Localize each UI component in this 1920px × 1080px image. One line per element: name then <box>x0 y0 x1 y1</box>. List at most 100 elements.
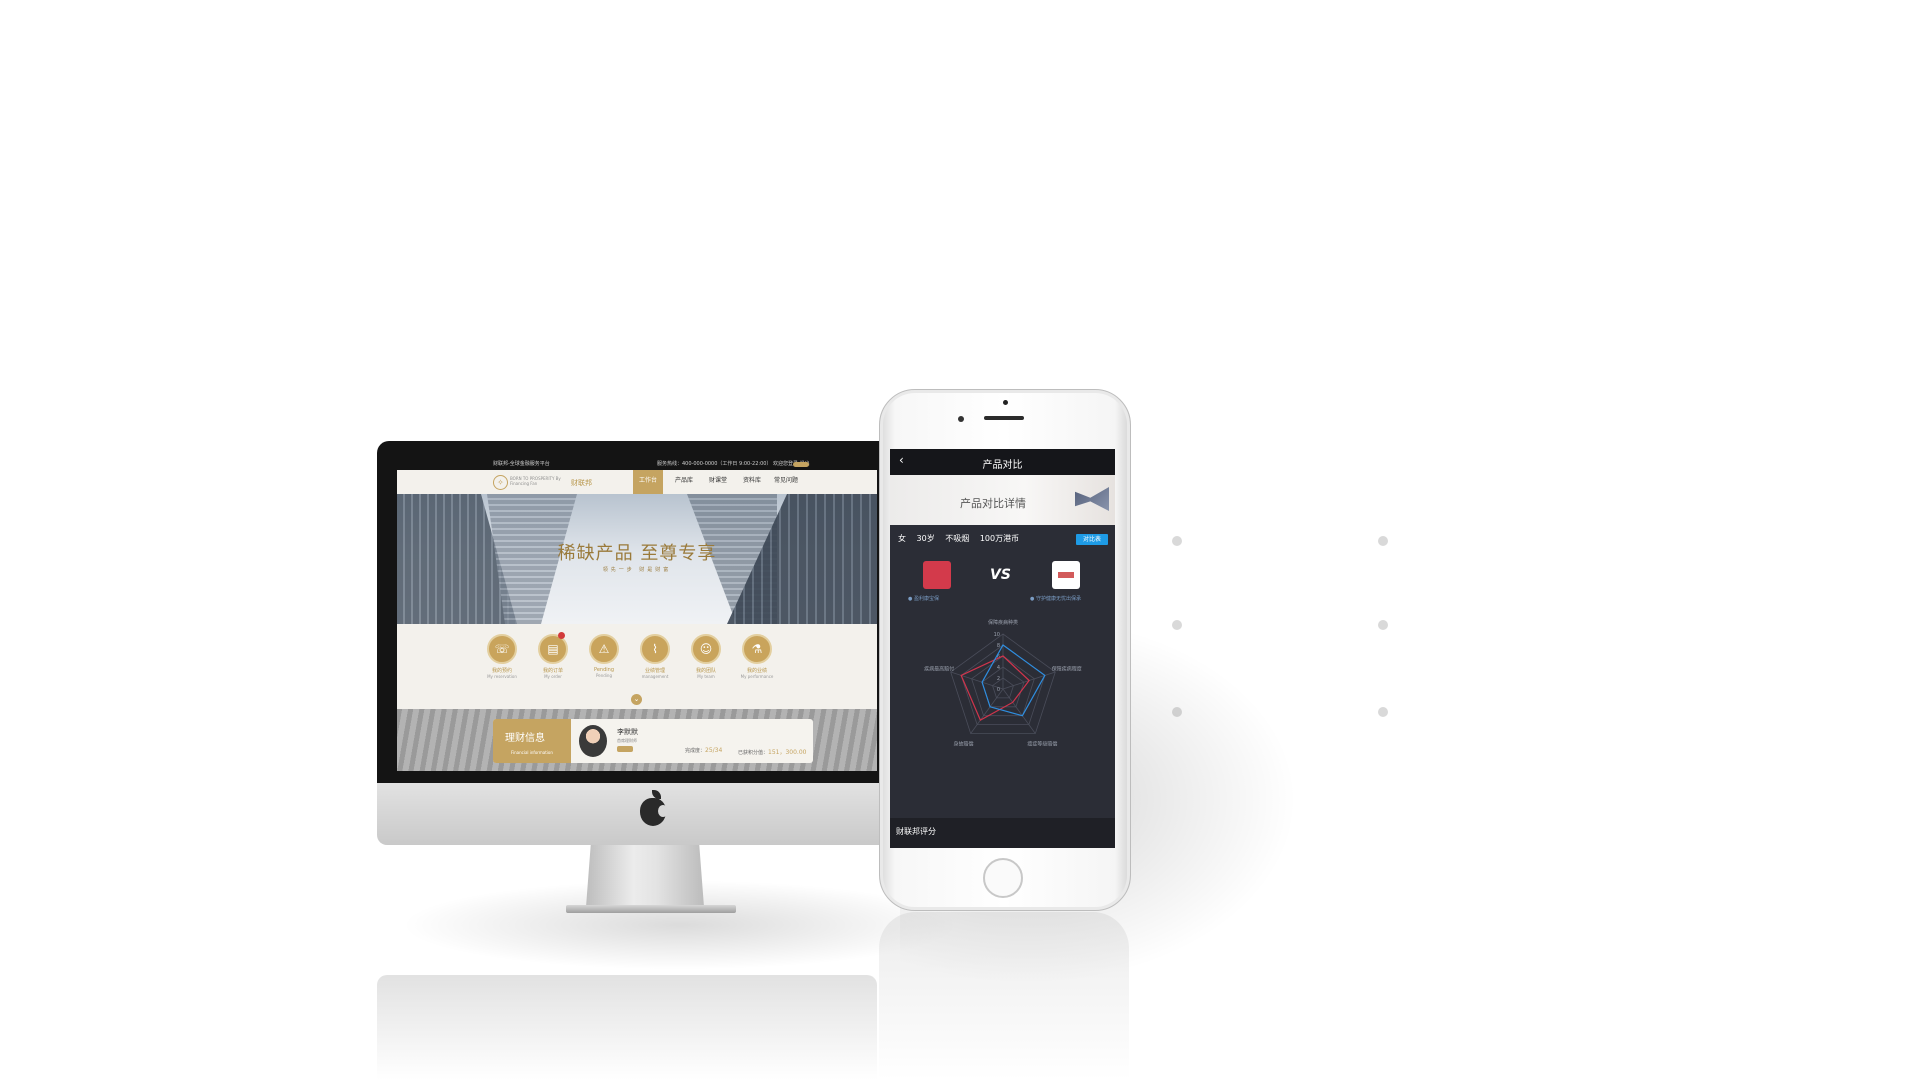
completion-value: 25/34 <box>705 747 723 754</box>
radar-category-label: 保障疾病程度 <box>1052 665 1082 672</box>
radar-category-label: 疾病最高赔付 <box>924 665 954 672</box>
apple-bite-shape <box>658 805 668 817</box>
shortcut-pending[interactable]: ⚠ Pending Pending <box>581 634 627 678</box>
shortcut-label: 我的订单 <box>542 668 563 674</box>
advisor-role: 首席理财师 <box>617 738 637 743</box>
decor-dot <box>1378 707 1388 717</box>
bow-tie-image <box>1075 487 1109 511</box>
topbar-left-text: 财联邦-全球金融服务平台 <box>493 461 550 467</box>
filter-amount: 100万港币 <box>979 534 1020 543</box>
shortcut-management[interactable]: ⌇ 业绩管理 management <box>632 634 678 679</box>
shortcut-sublabel: management <box>641 674 669 679</box>
compare-table-button[interactable]: 对比表 <box>1076 534 1108 545</box>
radar-tick-label: 0 <box>997 687 1000 693</box>
hero-banner[interactable]: 稀缺产品 至尊专享 领先一步 财是财富 <box>397 494 877 624</box>
radar-tick-label: 8 <box>997 643 1000 649</box>
hero-subtitle: 领先一步 财是财富 <box>602 567 672 573</box>
reservation-icon: ☏ <box>487 634 517 664</box>
brand-logo-icon[interactable]: ✧ <box>493 475 508 490</box>
camera-icon <box>1003 400 1008 405</box>
shortcut-sublabel: My team <box>697 674 715 679</box>
product-b-logo[interactable] <box>1052 561 1080 589</box>
warning-icon: ⚠ <box>589 634 619 664</box>
banner-text: 产品对比详情 <box>960 497 1026 510</box>
nav-item-products[interactable]: 产品库 <box>669 475 699 484</box>
team-icon: ☺ <box>691 634 721 664</box>
product-b-name: ● 守护健康无忧出保承 <box>1030 596 1081 602</box>
performance-icon: ⚗ <box>742 634 772 664</box>
shortcut-order[interactable]: ▤ 我的订单 My order <box>530 632 576 679</box>
imac-stand-foot <box>566 905 736 913</box>
imac-screen: 财联邦-全球金融服务平台 服务热线：400-000-0000（工作日 9:00-… <box>397 459 877 771</box>
shortcut-sublabel: My performance <box>740 674 774 679</box>
financial-info-card: 理财信息 Financial information 李默默 首席理财师 完成度… <box>493 719 813 763</box>
radar-chart: 0246810保障疾病种类保障疾病程度癌症等级赔偿身故赔偿疾病最高赔付 <box>924 619 1082 747</box>
topbar-right-text[interactable]: 服务热线：400-000-0000（工作日 9:00-22:00） 欢迎您登录 … <box>657 459 810 470</box>
chevron-down-icon[interactable]: ⌄ <box>631 694 642 705</box>
notification-badge <box>558 632 565 639</box>
phone-screen: ‹ 产品对比 产品对比详情 女 30岁 不吸烟 100万港币 对比表 VS ● … <box>890 449 1115 848</box>
points-stat: 已获积分值：151，300.00 <box>738 747 806 756</box>
site-topbar: 财联邦-全球金融服务平台 服务热线：400-000-0000（工作日 9:00-… <box>397 459 877 470</box>
shortcut-team[interactable]: ☺ 我的团队 My team <box>683 634 729 679</box>
home-button[interactable] <box>983 858 1023 898</box>
sensor-icon <box>958 416 964 422</box>
earpiece-speaker <box>984 416 1024 420</box>
shortcut-reservation[interactable]: ☏ 我的预约 My reservation <box>479 634 525 679</box>
info-card-header: 理财信息 Financial information <box>493 719 571 763</box>
filter-smoking: 不吸烟 <box>945 534 970 543</box>
completion-stat: 完成度：25/34 <box>685 747 722 754</box>
imac-chin <box>377 783 897 845</box>
chart-icon: ⌇ <box>640 634 670 664</box>
advisor-name: 李默默 <box>617 728 638 736</box>
imac-reflection <box>377 975 877 1080</box>
nav-item-library[interactable]: 资料库 <box>737 475 767 484</box>
phone-reflection <box>879 912 1129 1080</box>
advisor-tag <box>617 746 633 752</box>
decor-dot <box>1172 536 1182 546</box>
shortcut-label: 业绩管理 <box>644 668 665 674</box>
info-bar: 理财信息 Financial information 李默默 首席理财师 完成度… <box>397 709 877 771</box>
compare-banner: 产品对比详情 <box>890 475 1115 525</box>
product-a-name: ● 盈利康宝保 <box>908 596 939 602</box>
carousel-dots[interactable] <box>623 614 651 624</box>
order-icon: ▤ <box>538 634 568 664</box>
hero-title: 稀缺产品 至尊专享 <box>557 543 717 564</box>
decor-dot <box>1378 620 1388 630</box>
completion-label: 完成度： <box>685 748 706 754</box>
decor-dot <box>1378 536 1388 546</box>
brand-subtitle: BORN TO PROSPERITY By Financing Fan <box>510 476 561 486</box>
imac-stand <box>586 845 704 907</box>
nav-item-workbench[interactable]: 工作台 <box>633 475 663 484</box>
filter-gender: 女 <box>898 534 906 543</box>
app-title: 产品对比 <box>982 460 1023 471</box>
nav-item-faq[interactable]: 常见问题 <box>771 475 801 484</box>
score-title: 财联邦评分 <box>896 827 936 836</box>
shortcut-sublabel: My order <box>544 674 562 679</box>
vs-label: VS <box>990 567 1011 583</box>
radar-category-label: 癌症等级赔偿 <box>1027 740 1057 747</box>
points-value: 151，300.00 <box>768 749 807 756</box>
radar-tick-label: 10 <box>994 632 1000 638</box>
shortcut-label: 我的预约 <box>491 668 512 674</box>
shortcut-label: 我的团队 <box>695 668 716 674</box>
points-label: 已获积分值： <box>738 750 769 756</box>
shortcut-panel: ☏ 我的预约 My reservation ▤ 我的订单 My order ⚠ … <box>397 624 877 709</box>
radar-category-label: 保障疾病种类 <box>988 619 1018 626</box>
radar-tick-label: 4 <box>997 665 1000 671</box>
site-nav: ✧ BORN TO PROSPERITY By Financing Fan 财联… <box>397 470 877 495</box>
filter-summary: 女 30岁 不吸烟 100万港币 <box>898 533 1027 544</box>
product-a-logo[interactable] <box>923 561 951 589</box>
topbar-user-pill[interactable] <box>793 462 809 467</box>
shortcut-label: 我的业绩 <box>746 668 767 674</box>
radar-category-label: 身故赔偿 <box>954 740 974 747</box>
shortcut-performance[interactable]: ⚗ 我的业绩 My performance <box>734 634 780 679</box>
info-card-title: 理财信息 <box>505 733 545 744</box>
info-card-title-en: Financial information <box>511 750 553 755</box>
shortcut-sublabel: Pending <box>596 673 612 678</box>
nav-item-classroom[interactable]: 财课堂 <box>703 475 733 484</box>
shortcut-sublabel: My reservation <box>487 674 517 679</box>
avatar[interactable] <box>579 725 607 757</box>
brand-name[interactable]: 财联邦 <box>571 478 592 488</box>
radar-tick-label: 2 <box>997 676 1000 682</box>
